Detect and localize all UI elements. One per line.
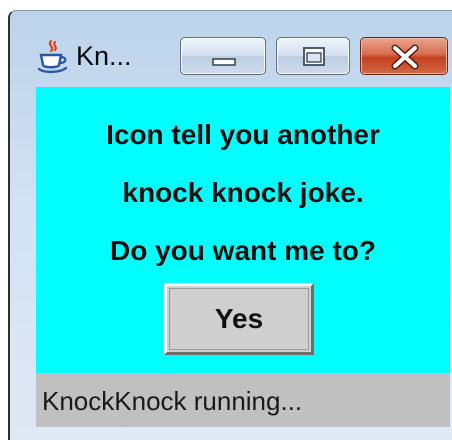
minimize-icon bbox=[212, 58, 236, 66]
window-title: Kn... bbox=[76, 41, 132, 71]
prompt-line-3: Do you want me to? bbox=[110, 235, 376, 266]
status-text: KnockKnock running... bbox=[42, 386, 303, 416]
prompt-line-1: Icon tell you another bbox=[106, 119, 380, 150]
maximize-button[interactable] bbox=[276, 37, 350, 75]
title-bar[interactable]: Kn... bbox=[10, 11, 452, 83]
joke-panel: Icon tell you another knock knock joke. … bbox=[36, 87, 450, 373]
close-icon bbox=[391, 44, 419, 70]
java-cup-icon[interactable] bbox=[36, 39, 70, 75]
prompt-line-2: knock knock joke. bbox=[122, 177, 364, 208]
yes-button-label: Yes bbox=[214, 303, 264, 334]
close-button[interactable] bbox=[360, 37, 448, 75]
screen: Kn... Icon tell you another knock knock … bbox=[0, 0, 452, 440]
app-window: Kn... Icon tell you another knock knock … bbox=[8, 10, 452, 440]
yes-button[interactable]: Yes bbox=[164, 283, 314, 355]
minimize-button[interactable] bbox=[180, 37, 266, 75]
status-bar: KnockKnock running... bbox=[36, 373, 450, 427]
maximize-icon bbox=[303, 47, 325, 66]
